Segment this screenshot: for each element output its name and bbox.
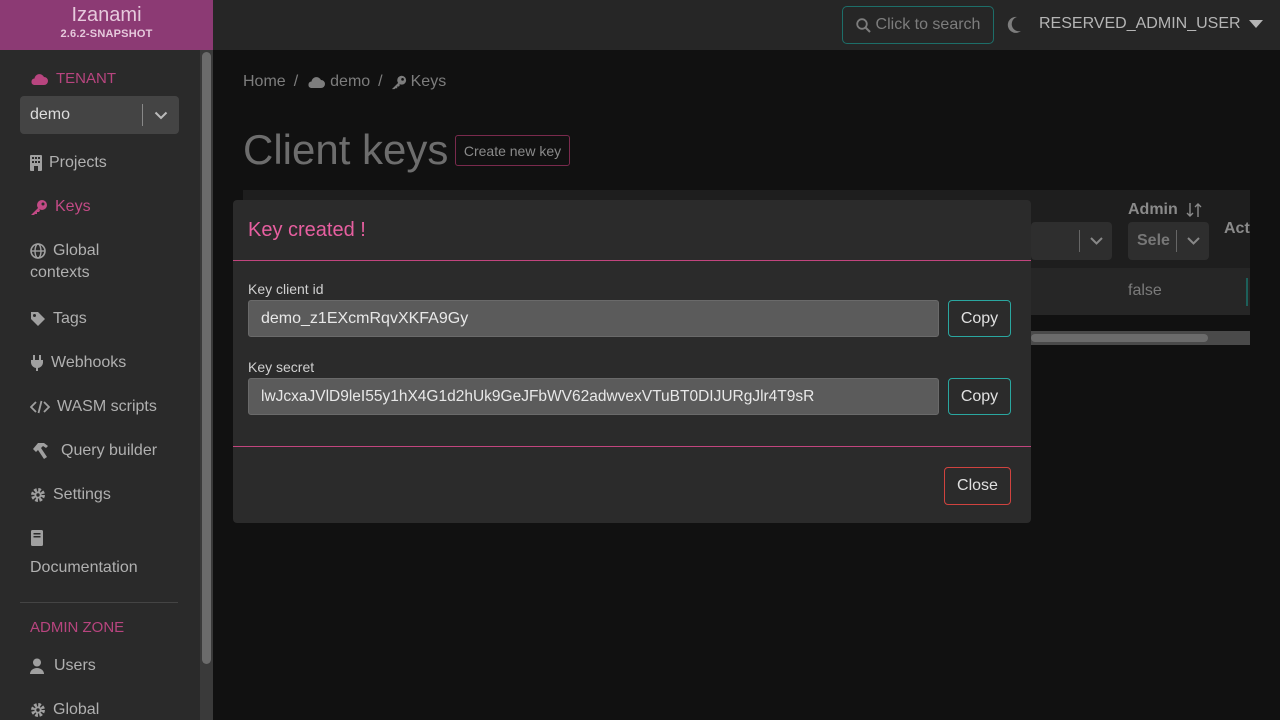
search-icon [855,17,871,33]
create-key-button[interactable]: Create new key [455,135,570,166]
tenant-select[interactable]: demo [20,96,179,134]
client-id-field[interactable]: demo_z1EXcmRqvXKFA9Gy [248,300,939,337]
admin-cell-value: false [1128,282,1162,299]
sidebar-item-users[interactable]: Users [30,657,96,675]
tenant-section-label: TENANT [30,70,116,87]
app-name: Izanami [71,4,142,26]
sidebar-item-label: Webhooks [51,354,127,371]
sidebar-item-label: Keys [55,198,91,215]
sidebar-item-documentation[interactable]: Documentation [30,530,138,577]
breadcrumb-tenant-label: demo [330,73,371,90]
code-icon [30,400,50,414]
sidebar-scrollbar[interactable] [200,50,213,720]
sidebar-item-webhooks[interactable]: Webhooks [30,354,126,372]
user-menu[interactable]: RESERVED_ADMIN_USER [1039,15,1263,33]
sort-icon[interactable] [1186,202,1202,218]
chevron-down-icon[interactable] [143,111,179,120]
hammer-icon [33,443,48,459]
sidebar-item-label: Projects [49,154,107,171]
app-version: 2.6.2-SNAPSHOT [60,28,153,40]
client-id-label: Key client id [248,281,324,297]
sidebar-item-admin-global[interactable]: Global [30,701,99,719]
breadcrumb-separator: / [293,73,299,90]
actions-column-header: Act [1224,220,1250,237]
cloud-icon [308,77,326,88]
book-icon [31,530,43,546]
sidebar-item-label: Global [53,701,100,718]
close-button[interactable]: Close [944,467,1011,505]
copy-client-id-button[interactable]: Copy [948,300,1011,337]
chevron-down-icon[interactable] [1080,237,1112,245]
cloud-icon [31,73,48,85]
modal-divider [233,446,1031,447]
admin-zone-label: ADMIN ZONE [30,619,125,636]
row-action-edge[interactable] [1246,278,1248,306]
gear-icon [31,703,45,717]
breadcrumb-tenant[interactable]: demo [306,73,370,91]
search-button[interactable]: Click to search [842,6,994,44]
breadcrumb-current: Keys [391,73,447,91]
sidebar-item-keys[interactable]: Keys [30,198,91,216]
globe-icon [30,243,46,259]
sidebar-item-label: Global [53,242,100,259]
sidebar-item-projects[interactable]: Projects [30,154,107,172]
breadcrumb-current-label: Keys [410,73,447,90]
sidebar-item-label: Query builder [61,442,158,459]
key-created-modal: Key created ! Key client id demo_z1EXcmR… [233,200,1031,523]
sidebar-item-label: Tags [53,310,87,327]
plug-icon [31,355,43,371]
chevron-down-icon[interactable] [1177,237,1209,245]
table-scrollbar-thumb[interactable] [1031,334,1208,342]
admin-header-label: Admin [1128,201,1178,218]
copy-secret-button[interactable]: Copy [948,378,1011,415]
page-scrollbar[interactable] [1265,50,1280,720]
sidebar: Izanami 2.6.2-SNAPSHOT TENANT demo Proje… [0,0,213,720]
admin-column-header[interactable]: Admin [1128,201,1202,219]
caret-down-icon [1248,20,1263,28]
sidebar-item-label: WASM scripts [57,398,157,415]
tenant-label-text: TENANT [56,70,116,87]
sidebar-item-query-builder[interactable]: Query builder [30,442,157,460]
sidebar-divider [20,602,178,603]
secret-label: Key secret [248,359,315,375]
sidebar-item-global-contexts[interactable]: Global contexts [30,242,99,282]
sidebar-item-label: Users [54,657,96,674]
page-title: Client keys [243,126,449,173]
table-horizontal-scrollbar[interactable] [1031,331,1250,345]
modal-divider [233,260,1031,261]
sidebar-item-row: Global [30,242,99,260]
user-icon [30,658,44,674]
modal-title: Key created ! [248,219,366,241]
moon-icon[interactable] [1006,16,1022,39]
tag-icon [31,312,45,326]
sidebar-item-settings[interactable]: Settings [30,486,111,504]
topbar: Click to search RESERVED_ADMIN_USER [213,0,1280,50]
username: RESERVED_ADMIN_USER [1039,15,1241,32]
building-icon [30,155,42,171]
sidebar-item-wasm-scripts[interactable]: WASM scripts [30,398,157,416]
gear-icon [31,488,45,502]
column-filter-select[interactable] [1031,222,1112,260]
breadcrumb-home[interactable]: Home [243,73,286,91]
tenant-select-value: demo [30,106,71,123]
sidebar-item-label: Documentation [30,559,138,576]
sidebar-item-label-line2: contexts [30,264,90,281]
sidebar-item-label: Settings [53,486,111,503]
admin-filter-select[interactable]: Sele [1128,222,1209,260]
secret-field[interactable]: lwJcxaJVlD9leI55y1hX4G1d2hUk9GeJFbWV62ad… [248,378,939,415]
sidebar-scrollbar-thumb[interactable] [202,52,211,664]
breadcrumb: Home / demo / Keys [243,73,446,91]
breadcrumb-separator: / [378,73,383,90]
key-icon [391,75,406,90]
search-button-label: Click to search [875,16,981,33]
brand[interactable]: Izanami 2.6.2-SNAPSHOT [0,0,213,50]
admin-filter-value: Sele [1137,232,1170,249]
key-icon [31,200,47,215]
sidebar-item-tags[interactable]: Tags [30,310,87,328]
